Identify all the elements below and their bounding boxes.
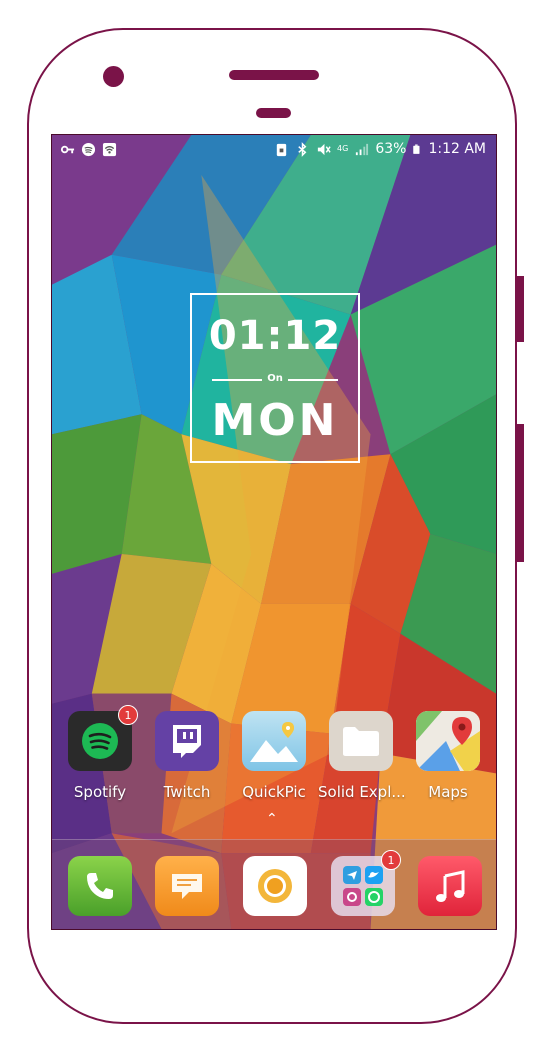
mute-icon [317,143,331,155]
signal-icon [356,143,369,155]
status-time: 1:12 AM [428,141,486,157]
solid-explorer-app-icon [329,711,393,771]
clock-day: MON [211,395,339,446]
spotify-status-icon [81,142,96,157]
volume-button [517,424,524,562]
battery-percent: 63% [375,141,407,157]
battery-icon [413,144,420,154]
status-bar: 4G 63% 1:12 AM [52,135,496,165]
app-twitch[interactable]: Twitch [144,711,230,801]
app-spotify[interactable]: 1 Spotify [57,705,143,801]
clock-widget[interactable]: 01:12 On MON [190,293,360,463]
folder-icon [343,727,379,756]
twitch-icon [173,725,201,758]
lock-screenshot-icon [276,143,287,156]
dock-social-folder[interactable]: 1 [331,850,401,916]
power-button [517,276,524,342]
phone-icon [87,873,113,899]
app-label: QuickPic [242,783,306,801]
network-type: 4G [337,144,349,153]
map-pin-icon [416,711,480,771]
app-label: Solid Expl... [318,783,406,801]
home-screen: 4G 63% 1:12 AM 01:12 On MON 1 Spotify Tw… [51,134,497,930]
app-label: Twitch [163,783,211,801]
app-maps[interactable]: Maps [405,711,491,801]
quickpic-app-icon [242,711,306,771]
photo-mountain-icon [250,722,298,762]
twitch-app-icon [155,711,219,771]
dock-phone[interactable] [68,856,132,916]
dock-music[interactable] [418,856,482,916]
app-quickpic[interactable]: QuickPic [231,711,317,801]
music-note-icon [436,870,465,902]
key-icon [60,145,75,154]
app-drawer-chevron-up-icon[interactable]: ⌃ [266,811,278,827]
app-solid-explorer[interactable]: Solid Expl... [318,711,406,801]
maps-app-icon [416,711,480,771]
folder-apps-icon [343,866,383,906]
message-bubble-icon [172,874,202,899]
wifi-hotspot-icon [102,142,117,157]
dock: 1 [52,839,496,929]
spotify-badge: 1 [118,705,138,725]
app-label: Maps [428,783,468,801]
bluetooth-icon [298,141,307,157]
spotify-icon [82,723,118,759]
spotify-app-icon: 1 [68,705,138,771]
dock-messages[interactable] [155,856,219,916]
chrome-icon [258,869,292,903]
front-camera [103,66,124,87]
earpiece-speaker [229,70,319,80]
wallpaper [52,135,496,929]
dock-chrome[interactable] [243,856,307,916]
clock-divider-right [288,379,338,381]
clock-time: 01:12 [208,313,342,359]
proximity-sensor [256,108,291,118]
app-label: Spotify [73,783,127,801]
folder-badge: 1 [381,850,401,870]
